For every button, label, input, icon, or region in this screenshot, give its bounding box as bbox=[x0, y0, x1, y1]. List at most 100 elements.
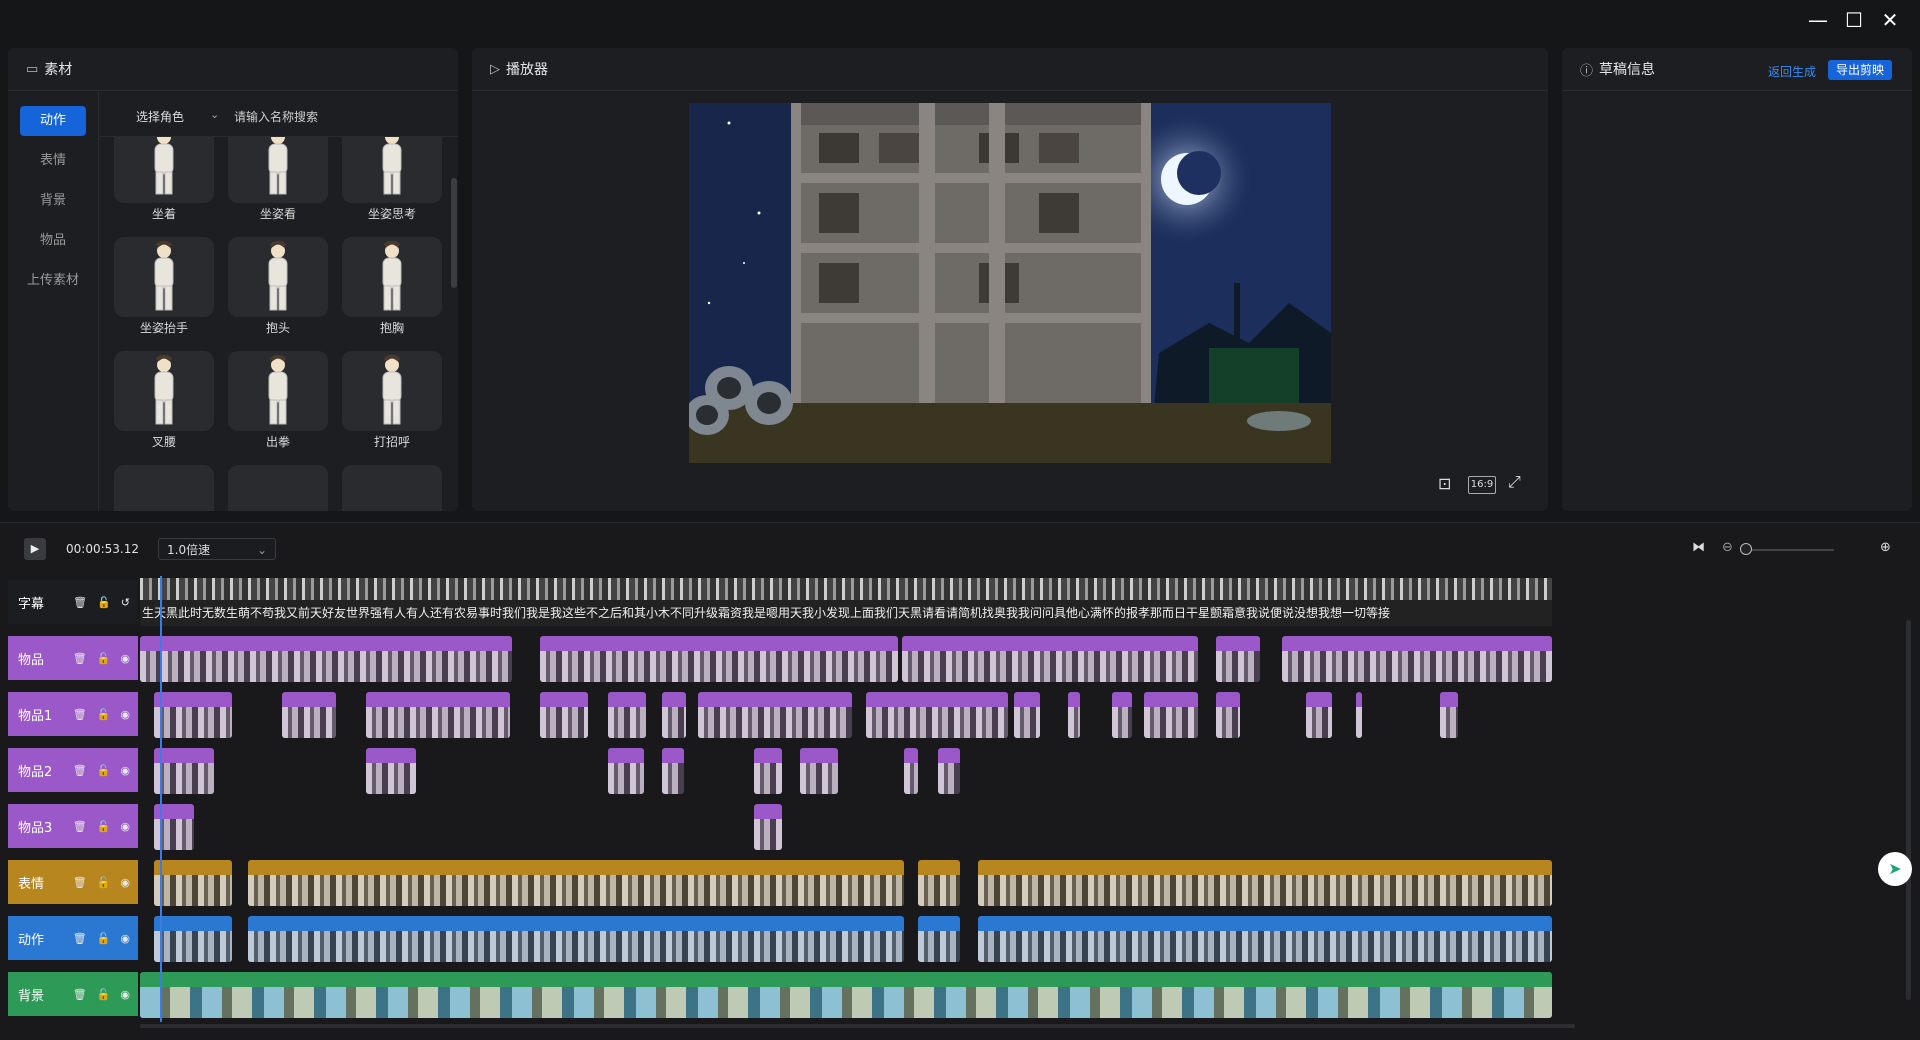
preview-canvas[interactable] bbox=[689, 103, 1331, 463]
track-item-3[interactable]: 物品3 🗑 🔓 ◉ bbox=[8, 804, 138, 848]
delete-icon[interactable]: 🗑 bbox=[73, 652, 87, 665]
lock-icon[interactable]: 🔓 bbox=[97, 988, 111, 1001]
asset-card[interactable] bbox=[228, 351, 328, 431]
timeline-clip[interactable] bbox=[1282, 636, 1552, 682]
track-subtitle[interactable]: 字幕 🗑 🔓 ↺ bbox=[8, 580, 138, 624]
eye-icon[interactable]: ◉ bbox=[120, 820, 130, 833]
snap-icon[interactable]: ⧓ bbox=[1692, 540, 1705, 555]
track-background[interactable]: 背景 🗑 🔓 ◉ bbox=[8, 972, 138, 1016]
aspect-ratio-button[interactable]: 16:9 bbox=[1468, 476, 1496, 494]
category-action[interactable]: 动作 bbox=[20, 106, 86, 136]
timeline-clip[interactable] bbox=[1144, 692, 1198, 738]
play-button[interactable]: ▶ bbox=[24, 538, 46, 560]
timeline-clip[interactable] bbox=[154, 748, 214, 794]
chevron-down-icon[interactable]: ⌄ bbox=[210, 108, 219, 121]
role-select[interactable]: 选择角色 bbox=[136, 108, 184, 125]
timeline-clip[interactable] bbox=[1440, 692, 1458, 738]
timeline-clip[interactable] bbox=[154, 916, 232, 962]
track-action[interactable]: 动作 🗑 🔓 ◉ bbox=[8, 916, 138, 960]
timeline-clip[interactable] bbox=[282, 692, 336, 738]
timeline-clip[interactable] bbox=[608, 692, 646, 738]
timeline-clip[interactable] bbox=[248, 860, 904, 906]
asset-card[interactable] bbox=[342, 137, 442, 203]
asset-card[interactable] bbox=[228, 137, 328, 203]
timeline-clip[interactable] bbox=[938, 748, 960, 794]
eye-icon[interactable]: ◉ bbox=[120, 932, 130, 945]
category-expression[interactable]: 表情 bbox=[20, 146, 86, 176]
timeline-clip[interactable] bbox=[800, 748, 838, 794]
eye-icon[interactable]: ◉ bbox=[120, 876, 130, 889]
timeline-hscrollbar[interactable] bbox=[140, 1024, 1575, 1028]
lock-icon[interactable]: 🔓 bbox=[97, 820, 111, 833]
timeline-clip[interactable] bbox=[366, 748, 416, 794]
timeline-clip[interactable] bbox=[140, 972, 1552, 1018]
asset-card[interactable] bbox=[114, 351, 214, 431]
timeline-clip[interactable] bbox=[608, 748, 644, 794]
timeline-clip[interactable] bbox=[1356, 692, 1362, 738]
timeline-clip[interactable] bbox=[1306, 692, 1332, 738]
timeline-clip[interactable] bbox=[902, 636, 1198, 682]
timeline-clip[interactable] bbox=[978, 916, 1552, 962]
speed-select[interactable]: 1.0倍速 ⌄ bbox=[158, 538, 276, 560]
asset-card[interactable] bbox=[342, 351, 442, 431]
asset-card[interactable] bbox=[342, 465, 442, 511]
minimize-button[interactable]: — bbox=[1800, 6, 1836, 34]
reset-icon[interactable]: ↺ bbox=[121, 596, 130, 609]
lock-icon[interactable]: 🔓 bbox=[97, 596, 111, 609]
export-button[interactable]: 导出剪映 bbox=[1828, 60, 1892, 80]
timeline-clip[interactable] bbox=[248, 916, 904, 962]
timeline-clip[interactable] bbox=[698, 692, 852, 738]
asset-card[interactable] bbox=[342, 237, 442, 317]
zoom-slider[interactable] bbox=[1740, 549, 1834, 551]
timeline-clip[interactable] bbox=[918, 860, 960, 906]
timeline-clip[interactable] bbox=[662, 748, 684, 794]
zoom-icon[interactable]: ⊡ bbox=[1438, 474, 1451, 493]
lock-icon[interactable]: 🔓 bbox=[97, 764, 111, 777]
eye-icon[interactable]: ◉ bbox=[120, 764, 130, 777]
timeline-clip[interactable] bbox=[918, 916, 960, 962]
timeline-clip[interactable] bbox=[904, 748, 918, 794]
lock-icon[interactable]: 🔓 bbox=[97, 932, 111, 945]
delete-icon[interactable]: 🗑 bbox=[73, 988, 87, 1001]
eye-icon[interactable]: ◉ bbox=[120, 652, 130, 665]
eye-icon[interactable]: ◉ bbox=[120, 988, 130, 1001]
subtitle-clip[interactable]: 生天黑此时无数生萌不苟我又前天好友世界强有人有人还有农易事时我们我是我这些不之后… bbox=[140, 578, 1552, 626]
zoom-out-icon[interactable]: ⊖ bbox=[1722, 540, 1733, 555]
timeline-vscrollbar[interactable] bbox=[1906, 620, 1911, 1000]
timeline-clip[interactable] bbox=[540, 692, 588, 738]
eye-icon[interactable]: ◉ bbox=[120, 708, 130, 721]
timeline-clip[interactable] bbox=[540, 636, 898, 682]
timeline-clip[interactable] bbox=[1216, 636, 1260, 682]
category-upload[interactable]: 上传素材 bbox=[20, 266, 86, 296]
delete-icon[interactable]: 🗑 bbox=[73, 708, 87, 721]
timeline-clip[interactable] bbox=[366, 692, 510, 738]
track-item-1[interactable]: 物品1 🗑 🔓 ◉ bbox=[8, 692, 138, 736]
asset-card[interactable] bbox=[114, 237, 214, 317]
track-item[interactable]: 物品 🗑 🔓 ◉ bbox=[8, 636, 138, 680]
delete-icon[interactable]: 🗑 bbox=[73, 932, 87, 945]
asset-card[interactable] bbox=[114, 137, 214, 203]
timeline-clip[interactable] bbox=[662, 692, 686, 738]
category-item[interactable]: 物品 bbox=[20, 226, 86, 256]
timeline-clip[interactable] bbox=[1112, 692, 1132, 738]
asset-card[interactable] bbox=[114, 465, 214, 511]
delete-icon[interactable]: 🗑 bbox=[73, 596, 87, 609]
lock-icon[interactable]: 🔓 bbox=[97, 652, 111, 665]
lock-icon[interactable]: 🔓 bbox=[97, 876, 111, 889]
zoom-slider-handle[interactable] bbox=[1740, 543, 1752, 555]
asset-card[interactable] bbox=[228, 237, 328, 317]
lock-icon[interactable]: 🔓 bbox=[97, 708, 111, 721]
playhead[interactable] bbox=[160, 576, 162, 1022]
fullscreen-icon[interactable]: ⤢ bbox=[1508, 472, 1521, 492]
asset-card[interactable] bbox=[228, 465, 328, 511]
maximize-button[interactable]: ☐ bbox=[1836, 6, 1872, 34]
category-background[interactable]: 背景 bbox=[20, 186, 86, 216]
assistant-button[interactable]: ➤ bbox=[1878, 852, 1912, 886]
timeline-clip[interactable] bbox=[140, 636, 512, 682]
timeline-clip[interactable] bbox=[978, 860, 1552, 906]
timeline-clip[interactable] bbox=[154, 860, 232, 906]
delete-icon[interactable]: 🗑 bbox=[73, 876, 87, 889]
timeline-clip[interactable] bbox=[754, 748, 782, 794]
timeline-clip[interactable] bbox=[154, 692, 232, 738]
search-input[interactable]: 请输入名称搜索 bbox=[234, 108, 318, 125]
